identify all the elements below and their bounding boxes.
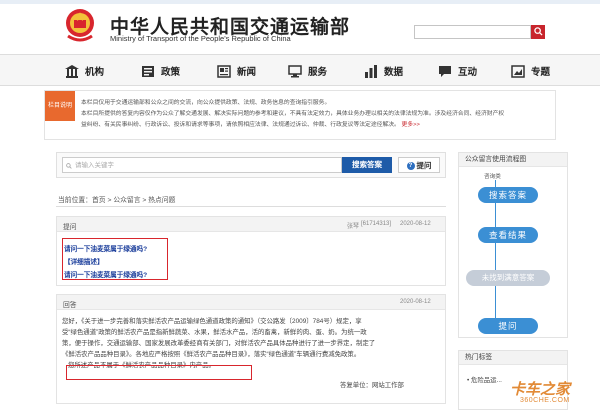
policy-icon (142, 65, 154, 77)
breadcrumb-section[interactable]: 公众留言 (113, 197, 140, 204)
flow-step-not-found[interactable]: 未找到满意答案 (466, 270, 550, 286)
answer-label: 回答 (63, 302, 77, 309)
nav-item-label: 服务 (308, 67, 328, 78)
question-id: [61714313] (361, 221, 392, 227)
nav-item-label: 新闻 (237, 67, 257, 78)
flow-category: 咨询类 (484, 174, 501, 180)
answer-paragraph: 受“绿色通道”政策的鲜活农产品是指新鲜蔬菜、水果，鲜活水产品，活的畜禽，新鲜的肉… (62, 329, 367, 336)
nav-item-topic[interactable]: 专题 (511, 62, 550, 80)
answer-source-value: 网站工作部 (371, 382, 404, 389)
watermark-logo: 卡车之家 (510, 381, 571, 398)
question-detail: 请问一下油麦菜属于绿通吗? (64, 272, 148, 279)
breadcrumb-current[interactable]: 热点问题 (148, 197, 175, 204)
nav-item-label: 互动 (458, 67, 478, 78)
flow-step-view-results[interactable]: 查看结果 (478, 227, 538, 243)
topic-icon (511, 64, 525, 78)
nav-item-org[interactable]: 机构 (65, 62, 104, 80)
nav-item-news[interactable]: 新闻 (217, 62, 256, 80)
header-search-input[interactable] (414, 25, 531, 39)
notice-text: 本栏目仅用于交通运输部和公众之间的交流，向公众提供政策、法规、政务信息的查询指引… (81, 98, 551, 131)
notice-line-last: 益纠纷、有关民事纠纷、行政诉讼、投诉和请求等事项，请依照相应法律、法规通过诉讼、… (81, 120, 551, 131)
nav-item-label: 政策 (161, 67, 181, 78)
ask-button-label: 提问 (416, 161, 432, 170)
search-input[interactable]: 请输入关键字 (62, 157, 342, 173)
question-detail-label: 【详细描述】 (64, 259, 104, 266)
news-icon (217, 64, 231, 78)
notice-line: 本栏目仅用于交通运输部和公众之间的交流，向公众提供政策、法规、政务信息的查询指引… (81, 100, 331, 106)
nav-item-label: 专题 (531, 67, 551, 78)
data-icon (365, 64, 377, 78)
chat-icon (439, 65, 451, 77)
column-notice: 栏目说明 本栏目仅用于交通运输部和公众之间的交流，向公众提供政策、法规、政务信息… (44, 90, 556, 140)
site-subtitle: Ministry of Transport of the People's Re… (110, 34, 291, 43)
breadcrumb: 当前位置：首页 > 公众留言 > 热点问题 (58, 194, 175, 204)
question-author: 张琴 (347, 224, 360, 230)
nav-item-label: 机构 (85, 67, 105, 78)
search-answer-button[interactable]: 搜索答案 (342, 157, 392, 173)
more-link[interactable]: 更多>> (401, 122, 419, 128)
nav-item-service[interactable]: 服务 (288, 62, 327, 80)
answer-paragraph: 您好，《关于进一步完善和落实鲜活农产品运输绿色通道政策的通知》（交公路发〔200… (62, 318, 362, 325)
search-icon (66, 163, 72, 169)
answer-date: 2020-08-12 (400, 299, 431, 305)
answer-source: 答复单位：网站工作部 (340, 380, 404, 389)
answer-paragraph: 《鲜活农产品品种目录》。各地应严格按照《鲜活农产品品种目录》，落实“绿色通道”车… (62, 351, 361, 358)
hot-tags-title: 热门标签 (459, 351, 567, 365)
breadcrumb-prefix: 当前位置： (58, 197, 92, 204)
question-header: 提问 张琴 [61714313] 2020-08-12 (57, 217, 445, 232)
answer-header: 回答 2020-08-12 (57, 295, 445, 310)
header-search-button[interactable] (531, 25, 545, 39)
ask-question-button[interactable]: ? 提问 (398, 157, 440, 173)
notice-line: 益纠纷、有关民事纠纷、行政诉讼、投诉和请求等事项，请依照相应法律、法规通过诉讼、… (81, 122, 400, 128)
search-placeholder: 请输入关键字 (75, 162, 114, 169)
watermark-url: 360CHE.COM (520, 397, 570, 404)
question-label: 提问 (63, 224, 77, 231)
question-date: 2020-08-12 (400, 221, 431, 227)
flow-step-ask[interactable]: 提问 (478, 318, 538, 334)
flow-chart-title: 公众留言使用流程图 (459, 153, 567, 167)
answer-paragraph: 策，便于操作，交通运输部、国家发展改革委经商有关部门，对鲜活农产品具体品种进行了… (62, 340, 376, 347)
hot-tag-label: 危险品运... (471, 377, 502, 384)
answer-source-label: 答复单位： (340, 382, 372, 389)
question-title: 请问一下油麦菜属于绿通吗? (64, 246, 148, 253)
flow-step-search[interactable]: 搜索答案 (478, 187, 538, 203)
hot-tag-item[interactable]: • 危险品运... (467, 375, 502, 384)
search-icon (533, 27, 543, 36)
national-emblem-icon (66, 9, 94, 42)
answer-highlight-box (66, 365, 252, 380)
divider (56, 206, 446, 207)
nav-item-interact[interactable]: 互动 (438, 62, 477, 80)
building-icon (65, 64, 79, 78)
service-icon (288, 64, 302, 77)
nav-item-policy[interactable]: 政策 (141, 62, 180, 80)
answer-text: 您好，《关于进一步完善和落实鲜活农产品运输绿色通道政策的通知》（交公路发〔200… (62, 316, 440, 371)
flow-chart-panel: 公众留言使用流程图 (458, 152, 568, 338)
main-nav: 机构 政策 新闻 服务 数据 互动 专题 (0, 54, 600, 86)
nav-item-label: 数据 (384, 67, 404, 78)
question-icon: ? (406, 162, 415, 171)
breadcrumb-home[interactable]: 首页 (92, 197, 106, 204)
notice-line: 本栏目所提供的答复内容仅作为公众了解交通发展、解决实际问题的参考和建议，不具有法… (81, 111, 505, 117)
nav-item-data[interactable]: 数据 (364, 62, 403, 80)
notice-tag: 栏目说明 (45, 91, 75, 121)
